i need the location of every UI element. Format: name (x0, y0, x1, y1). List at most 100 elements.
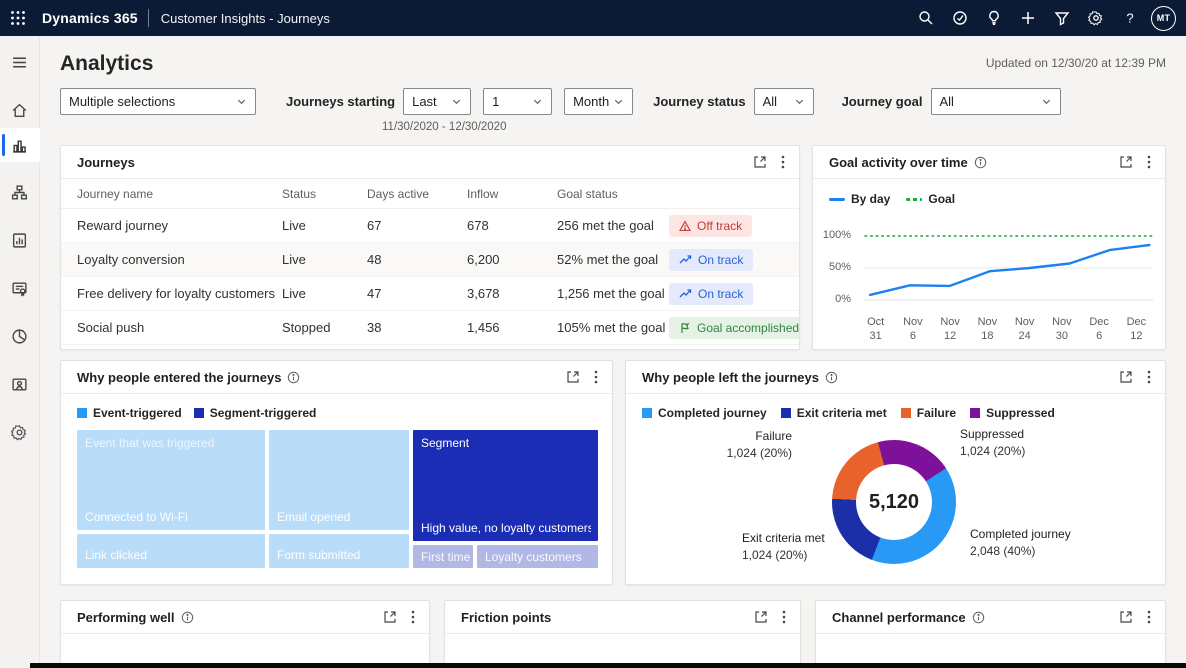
donut-ring[interactable]: 5,120 (832, 440, 956, 564)
nav-audience[interactable] (0, 366, 40, 402)
help-button[interactable]: ? (1117, 5, 1143, 31)
legend-item-event-triggered[interactable]: Event-triggered (77, 406, 182, 420)
expand-button[interactable] (752, 608, 770, 626)
expand-button[interactable] (564, 368, 582, 386)
more-options-button[interactable] (592, 368, 600, 386)
info-icon (287, 371, 300, 384)
waffle-menu-button[interactable] (0, 0, 36, 36)
expand-icon (1119, 155, 1133, 169)
donut-hole: 5,120 (856, 464, 932, 540)
filter-bar: Multiple selections Journeys starting La… (60, 88, 1166, 115)
range-mode-dropdown[interactable]: Last (403, 88, 471, 115)
legend-label: Exit criteria met (797, 406, 887, 420)
nav-analytics[interactable] (0, 128, 40, 162)
more-options-button[interactable] (779, 153, 787, 171)
plus-icon (1020, 10, 1036, 26)
expand-button[interactable] (381, 608, 399, 626)
ideas-button[interactable] (981, 5, 1007, 31)
nav-segments[interactable] (0, 318, 40, 354)
treemap-block-form-submitted[interactable]: Form submitted (269, 534, 409, 568)
expand-icon (1119, 610, 1133, 624)
range-count-dropdown[interactable]: 1 (483, 88, 552, 115)
x-tick: Nov12 (932, 315, 969, 343)
journey-status-dropdown[interactable]: All (754, 88, 814, 115)
journey-goal-status: 256 met the goal (557, 218, 669, 233)
journey-goal-status: 105% met the goal (557, 320, 669, 335)
x-tick: Nov24 (1006, 315, 1043, 343)
nav-forms[interactable] (0, 270, 40, 306)
treemap-block-email-opened[interactable]: Email opened (269, 430, 409, 530)
info-button[interactable] (825, 371, 838, 384)
guided-tour-button[interactable] (947, 5, 973, 31)
journey-status: Stopped (282, 320, 367, 335)
legend-item-by-day[interactable]: By day (829, 192, 890, 206)
table-row[interactable]: Social push Stopped 38 1,456 105% met th… (61, 311, 799, 345)
info-button[interactable] (972, 611, 985, 624)
legend-item-segment-triggered[interactable]: Segment-triggered (194, 406, 317, 420)
range-unit-dropdown[interactable]: Month (564, 88, 633, 115)
left-donut-chart: Failure1,024 (20%) Suppressed1,024 (20%)… (642, 426, 1149, 576)
treemap-block-high-value[interactable]: Segment High value, no loyalty customers (413, 430, 598, 541)
legend-item-failure[interactable]: Failure (901, 406, 956, 420)
more-options-button[interactable] (1145, 368, 1153, 386)
search-button[interactable] (913, 5, 939, 31)
nav-settings[interactable] (0, 414, 40, 450)
expand-button[interactable] (1117, 608, 1135, 626)
treemap-leaf-label: Form submitted (277, 548, 360, 562)
legend-item-exit-criteria[interactable]: Exit criteria met (781, 406, 887, 420)
brand-label[interactable]: Dynamics 365 (42, 10, 138, 26)
more-options-button[interactable] (1145, 153, 1153, 171)
settings-button[interactable] (1083, 5, 1109, 31)
segment-triggered-swatch (194, 408, 204, 418)
table-row[interactable]: Loyalty conversion Live 48 6,200 52% met… (61, 243, 799, 277)
journey-goal-dropdown[interactable]: All (931, 88, 1061, 115)
treemap-block-loyalty-customers[interactable]: Loyalty customers (477, 545, 598, 568)
table-row[interactable]: Free delivery for loyalty customers Live… (61, 277, 799, 311)
filter-button[interactable] (1049, 5, 1075, 31)
table-row[interactable]: Reward journey Live 67 678 256 met the g… (61, 209, 799, 243)
topbar-actions: ? MT (913, 5, 1186, 31)
add-button[interactable] (1015, 5, 1041, 31)
more-options-button[interactable] (409, 608, 417, 626)
nav-home[interactable] (0, 92, 40, 128)
nav-reports[interactable] (0, 222, 40, 258)
journey-name: Loyalty conversion (77, 252, 282, 267)
settings-gear-icon (11, 424, 28, 441)
performing-well-title: Performing well (77, 610, 175, 625)
expand-button[interactable] (751, 153, 769, 171)
ellipsis-icon (594, 370, 598, 384)
more-options-button[interactable] (1145, 608, 1153, 626)
legend-item-suppressed[interactable]: Suppressed (970, 406, 1055, 420)
y-tick: 0% (835, 293, 851, 305)
x-tick: Nov6 (894, 315, 931, 343)
friction-points-card: Friction points (444, 600, 801, 668)
more-options-button[interactable] (780, 608, 788, 626)
user-avatar[interactable]: MT (1151, 6, 1176, 31)
info-button[interactable] (287, 371, 300, 384)
treemap-block-connected-wifi[interactable]: Event that was triggered Connected to Wi… (77, 430, 265, 530)
expand-button[interactable] (1117, 153, 1135, 171)
journey-multiselect-dropdown[interactable]: Multiple selections (60, 88, 256, 115)
col-journey-name: Journey name (77, 187, 282, 201)
app-name-label[interactable]: Customer Insights - Journeys (161, 11, 330, 26)
callout-exit-criteria: Exit criteria met1,024 (20%) (742, 530, 825, 564)
entered-card-title: Why people entered the journeys (77, 370, 281, 385)
chevron-down-icon (1041, 96, 1052, 107)
suppressed-swatch (970, 408, 980, 418)
expand-icon (566, 370, 580, 384)
expand-button[interactable] (1117, 368, 1135, 386)
nav-journeys[interactable] (0, 174, 40, 210)
left-journeys-card: Why people left the journeys Completed j… (625, 360, 1166, 585)
journey-goal-value: All (940, 94, 954, 109)
legend-item-completed[interactable]: Completed journey (642, 406, 767, 420)
journey-inflow: 3,678 (467, 286, 557, 301)
treemap-block-link-clicked[interactable]: Link clicked (77, 534, 265, 568)
nav-expand-button[interactable] (0, 44, 40, 80)
info-button[interactable] (974, 156, 987, 169)
legend-item-goal[interactable]: Goal (906, 192, 955, 206)
treemap-leaf-label: Loyalty customers (485, 550, 582, 564)
journey-inflow: 678 (467, 218, 557, 233)
info-button[interactable] (181, 611, 194, 624)
callout-suppressed: Suppressed1,024 (20%) (960, 426, 1025, 460)
treemap-block-first-time[interactable]: First time ... (413, 545, 473, 568)
